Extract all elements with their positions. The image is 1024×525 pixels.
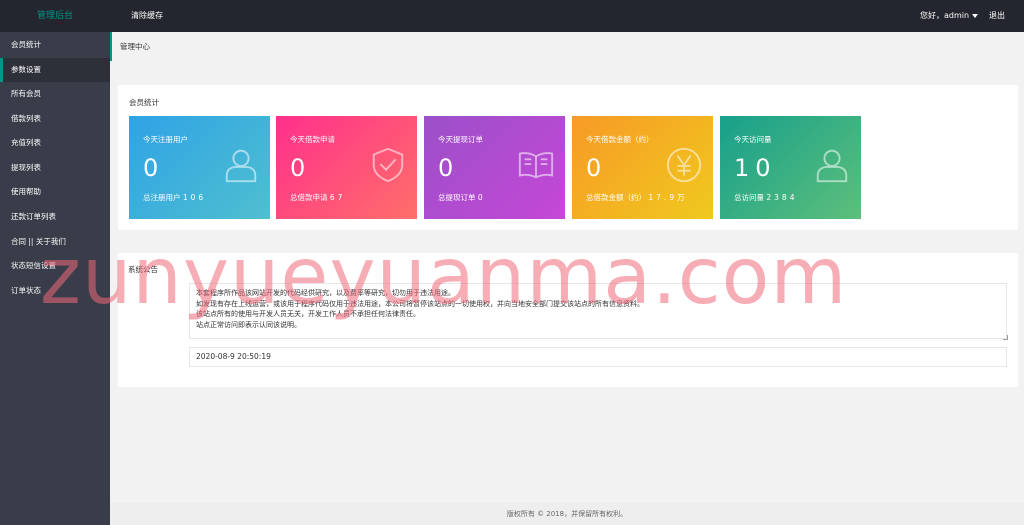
card-value: 10: [734, 154, 777, 182]
stat-card-registrations: 今天注册用户 0 总注册用户 106: [129, 116, 270, 219]
notice-textarea[interactable]: 本套程序所作品该网站开发的代码经供研究，以及费率等研究，切勿用于违法用途。 如发…: [189, 283, 1007, 339]
card-label: 今天注册用户: [143, 135, 188, 144]
sidebar-item-member-stats[interactable]: 会员统计: [0, 33, 110, 57]
stats-panel-title: 会员统计: [129, 98, 159, 107]
shield-check-icon: [369, 146, 407, 184]
stats-panel: 会员统计 今天注册用户 0 总注册用户 106 今天借款申请 0 总借款申请 6…: [118, 85, 1018, 230]
sidebar-item-withdraw[interactable]: 提现列表: [0, 156, 110, 180]
sidebar-item-contract-about[interactable]: 合同 || 关于我们: [0, 230, 110, 254]
card-foot-label: 总借款申请: [290, 193, 328, 202]
sidebar-item-order-status[interactable]: 订单状态: [0, 279, 110, 303]
date-field[interactable]: 2020-08-9 20:50:19: [189, 347, 1007, 367]
card-foot-value: 106: [182, 193, 207, 202]
tab-admin-center[interactable]: 管理中心: [120, 32, 150, 61]
top-header: 管理后台 清除缓存 您好，admin 退出: [0, 0, 1024, 32]
clear-cache-button[interactable]: 清除缓存: [131, 0, 163, 32]
sidebar-item-repayments[interactable]: 还款订单列表: [0, 205, 110, 229]
stat-card-visits: 今天访问量 10 总访问量 2384: [720, 116, 861, 219]
card-footer: 总借款金额（约） 17.9万: [586, 192, 688, 203]
resize-handle-icon[interactable]: [1003, 335, 1008, 340]
sidebar-item-all-members[interactable]: 所有会员: [0, 82, 110, 106]
sidebar: 会员统计 参数设置 所有会员 借款列表 充值列表 提现列表 使用帮助 还款订单列…: [0, 32, 110, 525]
notice-label: 系统公告: [128, 265, 158, 274]
logout-button[interactable]: 退出: [989, 0, 1005, 32]
sidebar-item-loans[interactable]: 借款列表: [0, 107, 110, 131]
card-footer: 总访问量 2384: [734, 192, 797, 203]
card-value: 0: [438, 154, 460, 182]
stat-card-withdrawals: 今天提现订单 0 总提现订单 0: [424, 116, 565, 219]
card-foot-label: 总借款金额（约）: [586, 193, 646, 202]
book-icon: [517, 146, 555, 184]
card-label: 今天提现订单: [438, 135, 483, 144]
sidebar-item-help[interactable]: 使用帮助: [0, 180, 110, 204]
card-foot-value: 0: [477, 193, 486, 202]
card-label: 今天访问量: [734, 135, 772, 144]
card-value: 0: [143, 154, 165, 182]
stat-card-loan-applications: 今天借款申请 0 总借款申请 67: [276, 116, 417, 219]
app-logo[interactable]: 管理后台: [0, 0, 110, 32]
user-icon: [222, 146, 260, 184]
card-footer: 总提现订单 0: [438, 192, 486, 203]
card-foot-value: 17.9万: [648, 193, 688, 202]
notice-panel: 系统公告 本套程序所作品该网站开发的代码经供研究，以及费率等研究，切勿用于违法用…: [118, 253, 1018, 387]
user-menu[interactable]: 您好，admin: [920, 0, 979, 32]
card-foot-label: 总注册用户: [143, 193, 181, 202]
yen-icon: [665, 146, 703, 184]
card-foot-value: 67: [329, 193, 346, 202]
sidebar-item-settings[interactable]: 参数设置: [0, 58, 110, 82]
card-foot-label: 总访问量: [734, 193, 764, 202]
caret-down-icon: [972, 13, 979, 18]
stat-card-loan-amount: 今天借款金额（约） 0 总借款金额（约） 17.9万: [572, 116, 713, 219]
card-footer: 总注册用户 106: [143, 192, 206, 203]
card-foot-value: 2384: [766, 193, 798, 202]
card-value: 0: [586, 154, 608, 182]
card-foot-label: 总提现订单: [438, 193, 476, 202]
user-icon: [813, 146, 851, 184]
card-value: 0: [290, 154, 312, 182]
card-label: 今天借款金额（约）: [586, 135, 654, 144]
card-label: 今天借款申请: [290, 135, 335, 144]
footer: 版权所有 © 2018，并保留所有权利。: [110, 503, 1024, 525]
sidebar-item-sms-settings[interactable]: 状态短信设置: [0, 254, 110, 278]
sidebar-item-recharge[interactable]: 充值列表: [0, 131, 110, 155]
user-greeting: 您好，admin: [920, 11, 970, 20]
card-footer: 总借款申请 67: [290, 192, 345, 203]
tab-bar: 管理中心: [110, 32, 1024, 61]
